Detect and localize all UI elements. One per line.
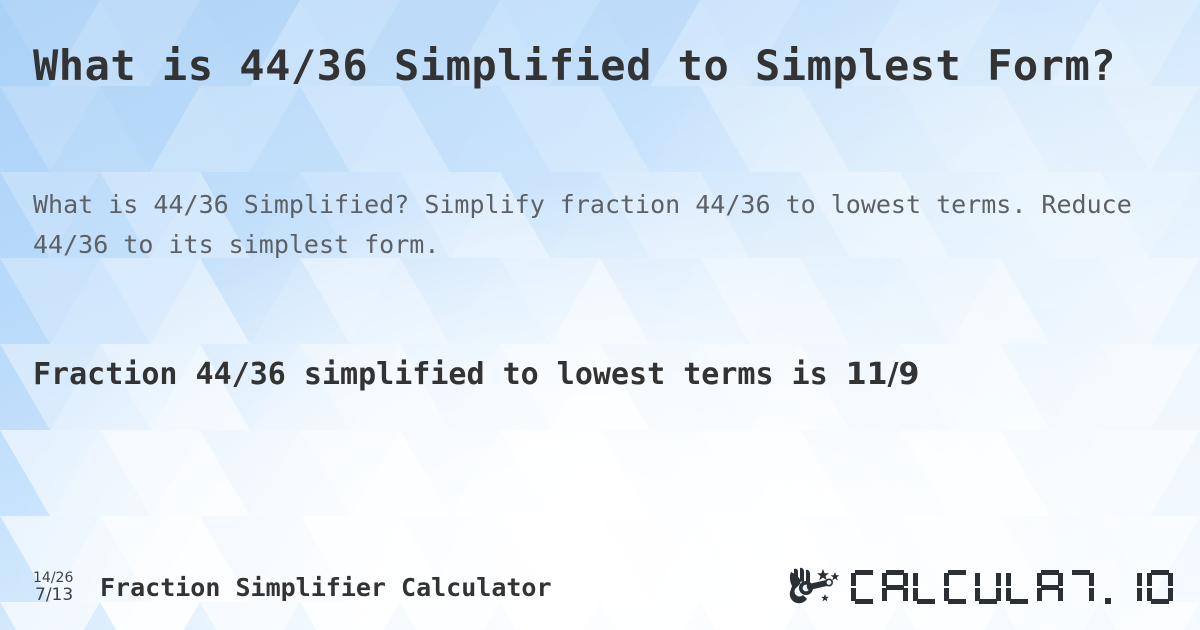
content-area: What is 44/36 Simplified to Simplest For…	[33, 0, 1167, 630]
page-title: What is 44/36 Simplified to Simplest For…	[33, 41, 1117, 90]
brand-char-u	[975, 570, 1001, 604]
answer-value: 11/9	[845, 357, 920, 392]
fraction-icon-after: 7/13	[35, 584, 74, 605]
og-image-card: What is 44/36 Simplified to Simplest For…	[0, 0, 1200, 630]
footer-left-group: 14/26 7/13 Fraction Simplifier Calculato…	[33, 571, 552, 604]
brand-char-i	[1116, 570, 1142, 604]
brand-char-c	[851, 570, 877, 604]
brand-char-o	[1147, 570, 1173, 604]
answer-statement: Fraction 44/36 simplified to lowest term…	[33, 352, 1173, 397]
fraction-icon-before: 14/26	[33, 569, 74, 586]
brand-char-a	[882, 570, 908, 604]
brand-char-t	[1068, 570, 1094, 604]
brand-char-l2	[1006, 570, 1032, 604]
brand-wordmark	[851, 566, 1178, 608]
brand-char-period	[1099, 570, 1111, 604]
page-description: What is 44/36 Simplified? Simplify fract…	[33, 190, 1132, 259]
fraction-simplify-icon: 14/26 7/13	[33, 571, 87, 604]
footer: 14/26 7/13 Fraction Simplifier Calculato…	[33, 562, 1178, 612]
brand-char-l	[913, 570, 939, 604]
calculator-name: Fraction Simplifier Calculator	[100, 572, 552, 602]
brand-logo[interactable]	[785, 566, 1178, 608]
answer-prefix-text: Fraction 44/36 simplified to lowest term…	[33, 357, 828, 392]
brand-char-c2	[944, 570, 970, 604]
magic-wand-hand-icon	[789, 567, 840, 604]
brand-char-a2	[1037, 570, 1063, 604]
